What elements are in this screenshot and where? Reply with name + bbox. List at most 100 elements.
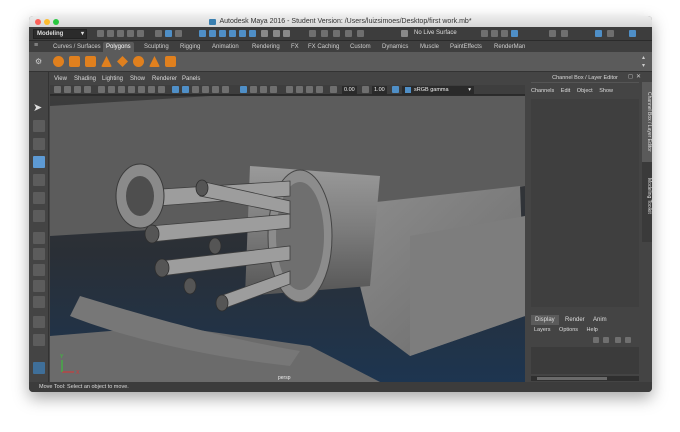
shadows-icon[interactable]	[222, 86, 229, 93]
attribute-editor-icon[interactable]	[491, 30, 498, 37]
panel-close-icon[interactable]: ✕	[636, 73, 641, 80]
shelf-scroll-up-icon[interactable]: ▴	[642, 54, 645, 61]
outliner-layout-icon[interactable]	[607, 30, 614, 37]
layer-tab-display[interactable]: Display	[531, 315, 559, 325]
viewport-menu-lighting[interactable]: Lighting	[102, 76, 123, 82]
viewport-menu-panels[interactable]: Panels	[182, 76, 200, 82]
lasso-tool-icon[interactable]	[33, 120, 45, 132]
redo-icon[interactable]	[137, 30, 144, 37]
safe-title-icon[interactable]	[158, 86, 165, 93]
shelf-tab-rigging[interactable]: Rigging	[177, 42, 203, 52]
render-settings-icon[interactable]	[333, 30, 340, 37]
poly-pyramid-icon[interactable]	[149, 56, 160, 67]
viewport-menu-show[interactable]: Show	[130, 76, 145, 82]
layer-menu-layers[interactable]: Layers	[534, 327, 551, 333]
panel-layout-four-icon[interactable]	[561, 30, 568, 37]
shelf-tab-fx[interactable]: FX	[288, 42, 302, 52]
film-gate-icon[interactable]	[108, 86, 115, 93]
motion-blur-icon[interactable]	[296, 86, 303, 93]
shelf-tab-custom[interactable]: Custom	[347, 42, 374, 52]
shelf-tab-renderman[interactable]: RenderMan	[491, 42, 528, 52]
view-transform-select[interactable]: sRGB gamma ▾	[402, 86, 474, 94]
poly-cube-icon[interactable]	[69, 56, 80, 67]
poly-cylinder-icon[interactable]	[85, 56, 96, 67]
last-tool-icon[interactable]	[33, 210, 45, 222]
side-tab-channel-box[interactable]: Channel Box / Layer Editor	[642, 82, 652, 162]
poly-pipe-icon[interactable]	[165, 56, 176, 67]
new-layer-from-selection-icon[interactable]	[625, 337, 631, 343]
ipr-render-icon[interactable]	[321, 30, 328, 37]
outliner-layout-toggle-icon[interactable]	[33, 316, 45, 328]
hypershade-icon[interactable]	[345, 30, 352, 37]
persp-outliner-layout-icon[interactable]	[33, 264, 45, 276]
shelf-tab-fx-caching[interactable]: FX Caching	[305, 42, 342, 52]
channel-box-menu-edit[interactable]: Edit	[561, 88, 570, 94]
render-frame-icon[interactable]	[309, 30, 316, 37]
construction-history-icon[interactable]	[283, 30, 290, 37]
resolution-gate-icon[interactable]	[118, 86, 125, 93]
image-plane-icon[interactable]	[84, 86, 91, 93]
xray-joints-icon[interactable]	[260, 86, 267, 93]
exposure-field[interactable]: 0.00	[342, 86, 357, 94]
panel-layout-two-icon[interactable]	[595, 30, 602, 37]
perspective-viewport[interactable]: X Y persp	[50, 96, 525, 382]
panel-float-icon[interactable]: ◻	[628, 73, 633, 80]
select-component-icon[interactable]	[175, 30, 182, 37]
open-scene-icon[interactable]	[107, 30, 114, 37]
shelf-tab-sculpting[interactable]: Sculpting	[141, 42, 172, 52]
new-scene-icon[interactable]	[97, 30, 104, 37]
snap-plane-icon[interactable]	[229, 30, 236, 37]
wireframe-icon[interactable]	[172, 86, 179, 93]
zoom-window-button[interactable]	[53, 19, 59, 25]
save-scene-icon[interactable]	[117, 30, 124, 37]
persp-graph-layout-icon[interactable]	[33, 280, 45, 292]
scrollbar-thumb[interactable]	[537, 377, 607, 380]
paint-select-tool-icon[interactable]	[33, 138, 45, 150]
channel-box-toggle-icon[interactable]	[511, 30, 518, 37]
textured-icon[interactable]	[202, 86, 209, 93]
snap-grid-icon[interactable]	[199, 30, 206, 37]
viewport-menu-renderer[interactable]: Renderer	[152, 76, 177, 82]
shelf-tab-animation[interactable]: Animation	[209, 42, 242, 52]
menu-set-select[interactable]: Modeling ▾	[33, 29, 87, 39]
exposure-icon[interactable]	[330, 86, 337, 93]
shelf-tab-rendering[interactable]: Rendering	[249, 42, 283, 52]
channel-box-menu-show[interactable]: Show	[599, 88, 613, 94]
single-perspective-layout-icon[interactable]	[33, 232, 45, 244]
move-tool-icon[interactable]	[33, 156, 45, 168]
shelf-options-gear-icon[interactable]: ⚙	[35, 57, 42, 66]
layer-tab-render[interactable]: Render	[561, 315, 589, 325]
wireframe-on-shaded-icon[interactable]	[192, 86, 199, 93]
minimize-window-button[interactable]	[44, 19, 50, 25]
select-tool-icon[interactable]: ➤	[33, 102, 45, 114]
tool-settings-icon[interactable]	[501, 30, 508, 37]
xray-icon[interactable]	[250, 86, 257, 93]
shelf-tab-polygons[interactable]: Polygons	[103, 42, 134, 52]
snap-point-icon[interactable]	[219, 30, 226, 37]
four-view-layout-icon[interactable]	[33, 248, 45, 260]
shelf-menu-icon[interactable]: ≡	[34, 42, 38, 49]
channel-box-menu-channels[interactable]: Channels	[531, 88, 554, 94]
ambient-occlusion-icon[interactable]	[286, 86, 293, 93]
workspace-icon[interactable]	[629, 30, 636, 37]
snap-curve-icon[interactable]	[209, 30, 216, 37]
modeling-toolkit-icon[interactable]	[481, 30, 488, 37]
shelf-tab-painteffects[interactable]: PaintEffects	[447, 42, 485, 52]
camera-attributes-icon[interactable]	[64, 86, 71, 93]
live-surface-icon[interactable]	[401, 30, 408, 37]
shelf-tab-muscle[interactable]: Muscle	[417, 42, 442, 52]
smooth-shade-icon[interactable]	[182, 86, 189, 93]
gamma-field[interactable]: 1.00	[372, 86, 387, 94]
poly-torus-icon[interactable]	[133, 56, 144, 67]
render-view-icon[interactable]	[357, 30, 364, 37]
poly-sphere-icon[interactable]	[53, 56, 64, 67]
grid-toggle-icon[interactable]	[98, 86, 105, 93]
move-layer-up-icon[interactable]	[593, 337, 599, 343]
undo-icon[interactable]	[127, 30, 134, 37]
scale-tool-icon[interactable]	[33, 192, 45, 204]
shelf-tab-dynamics[interactable]: Dynamics	[379, 42, 411, 52]
color-management-icon[interactable]	[392, 86, 399, 93]
history-icon[interactable]	[261, 30, 268, 37]
poly-cone-icon[interactable]	[101, 56, 112, 67]
layer-menu-options[interactable]: Options	[559, 327, 578, 333]
